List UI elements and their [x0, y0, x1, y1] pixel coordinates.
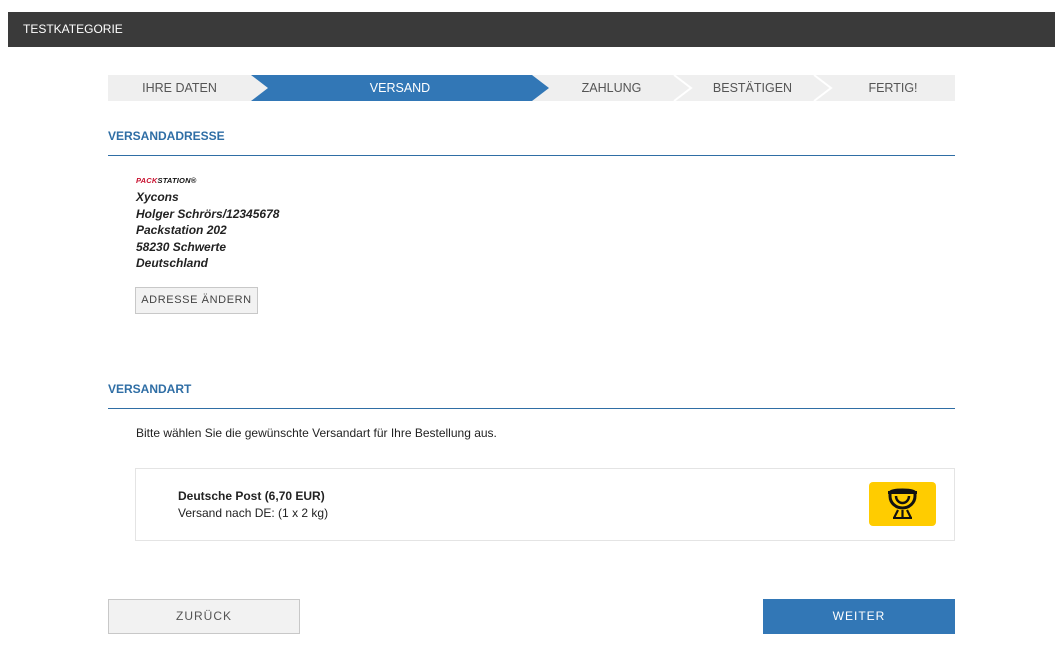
address-line-city: 58230 Schwerte: [136, 239, 227, 254]
step-versand[interactable]: VERSAND: [268, 75, 532, 101]
category-header: TESTKATEGORIE: [8, 12, 1055, 47]
shipping-address-heading: VERSANDADRESSE: [108, 129, 955, 156]
packstation-logo: PACKSTATION®: [136, 176, 279, 185]
address-line-company: Xycons: [136, 190, 179, 204]
step-ihre-daten[interactable]: IHRE DATEN: [108, 75, 251, 101]
checkout-steps: IHRE DATEN VERSAND ZAHLUNG BESTÄTIGEN FE…: [108, 75, 955, 101]
address-line-country: Deutschland: [136, 256, 209, 270]
shipping-address: PACKSTATION® Xycons Holger Schrörs/12345…: [136, 176, 279, 272]
shipping-option-description: Versand nach DE: (1 x 2 kg): [178, 506, 329, 520]
address-line-name: Holger Schrörs/12345678: [136, 206, 280, 221]
shipping-method-heading: VERSANDART: [108, 382, 955, 409]
next-button[interactable]: WEITER: [763, 599, 955, 634]
packstation-logo-pack: PACK: [136, 176, 158, 185]
back-button[interactable]: ZURÜCK: [108, 599, 300, 634]
category-title: TESTKATEGORIE: [23, 22, 123, 36]
packstation-logo-station: STATION: [157, 176, 191, 185]
shipping-instruction: Bitte wählen Sie die gewünschte Versanda…: [136, 426, 497, 440]
shipping-option-deutsche-post[interactable]: Deutsche Post (6,70 EUR) Versand nach DE…: [135, 468, 955, 541]
step-fertig[interactable]: FERTIG!: [831, 75, 955, 101]
address-line-street: Packstation 202: [136, 223, 227, 237]
change-address-button[interactable]: ADRESSE ÄNDERN: [135, 287, 258, 314]
shipping-option-name: Deutsche Post (6,70 EUR): [178, 489, 325, 503]
step-zahlung[interactable]: ZAHLUNG: [549, 75, 674, 101]
packstation-logo-mark: ®: [190, 176, 197, 185]
deutsche-post-horn-icon: [869, 482, 936, 526]
step-bestaetigen[interactable]: BESTÄTIGEN: [691, 75, 814, 101]
